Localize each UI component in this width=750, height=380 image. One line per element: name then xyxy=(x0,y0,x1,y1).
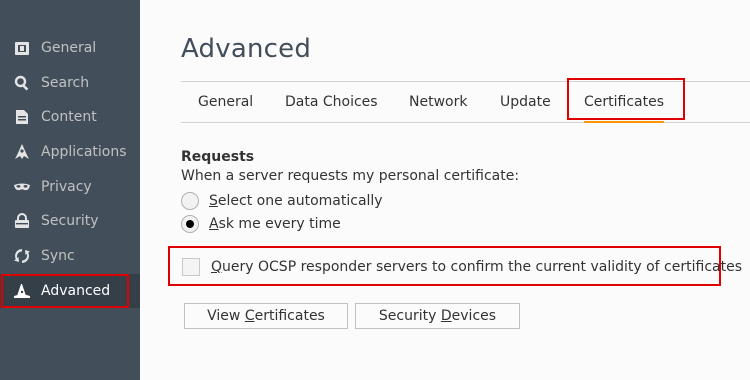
security-devices-button[interactable]: Security Devices xyxy=(355,303,520,329)
button-text: evices xyxy=(451,308,497,324)
sidebar-item-privacy[interactable]: Privacy xyxy=(0,170,140,204)
sidebar-item-sync[interactable]: Sync xyxy=(0,239,140,273)
sidebar-item-advanced[interactable]: Advanced xyxy=(0,274,140,308)
sidebar-item-security[interactable]: Security xyxy=(0,204,140,238)
radio-label-text: elect one automatically xyxy=(217,193,383,209)
search-icon xyxy=(14,75,30,91)
radio-button[interactable] xyxy=(181,192,199,210)
advanced-wizard-hat-icon xyxy=(14,283,30,299)
general-icon xyxy=(14,40,30,56)
sync-icon xyxy=(14,248,30,264)
requests-description: When a server requests my personal certi… xyxy=(181,168,520,184)
view-certificates-button[interactable]: View Certificates xyxy=(184,303,348,329)
sidebar-item-label: Content xyxy=(41,109,97,125)
accesskey-letter: S xyxy=(209,193,218,209)
sidebar-item-applications[interactable]: Applications xyxy=(0,135,140,169)
radio-ask-every-time[interactable]: Ask me every time xyxy=(181,214,341,234)
ocsp-checkbox[interactable] xyxy=(182,258,200,276)
button-text: ertificates xyxy=(254,308,325,324)
sidebar-item-content[interactable]: Content xyxy=(0,100,140,134)
tab-general[interactable]: General xyxy=(198,82,253,122)
sidebar-item-search[interactable]: Search xyxy=(0,66,140,100)
sidebar-item-label: Privacy xyxy=(41,179,92,195)
applications-icon xyxy=(14,144,30,160)
button-text: View xyxy=(207,308,245,324)
sidebar-item-general[interactable]: General xyxy=(0,31,140,65)
ocsp-label-text: uery OCSP responder servers to confirm t… xyxy=(222,259,742,275)
accesskey-letter: A xyxy=(209,216,219,232)
sidebar-item-label: Sync xyxy=(41,248,75,264)
button-text: Security xyxy=(378,308,441,324)
tab-certificates[interactable]: Certificates xyxy=(584,82,664,123)
tab-data-choices[interactable]: Data Choices xyxy=(285,82,378,122)
radio-label-text: sk me every time xyxy=(218,216,341,232)
radio-label: Ask me every time xyxy=(209,216,341,232)
lock-icon xyxy=(14,213,30,229)
tab-bar: General Data Choices Network Update Cert… xyxy=(181,81,750,123)
page-title: Advanced xyxy=(181,34,312,64)
radio-button-checked[interactable] xyxy=(181,215,199,233)
tab-network[interactable]: Network xyxy=(409,82,467,122)
tab-update[interactable]: Update xyxy=(500,82,551,122)
ocsp-checkbox-label[interactable]: Query OCSP responder servers to confirm … xyxy=(211,259,742,275)
requests-heading: Requests xyxy=(181,149,255,165)
sidebar-item-label: Applications xyxy=(41,144,127,160)
main-pane: Advanced General Data Choices Network Up… xyxy=(140,0,750,380)
sidebar-item-label: Advanced xyxy=(41,283,111,299)
accesskey-letter: D xyxy=(440,308,452,324)
privacy-mask-icon xyxy=(14,179,30,195)
accesskey-letter: C xyxy=(244,308,255,324)
sidebar-item-label: General xyxy=(41,40,97,56)
accesskey-letter: Q xyxy=(211,259,223,275)
sidebar-item-label: Security xyxy=(41,213,99,229)
sidebar: General Search Content Applications Priv… xyxy=(0,0,140,380)
radio-label: Select one automatically xyxy=(209,193,383,209)
content-icon xyxy=(14,109,30,125)
sidebar-item-label: Search xyxy=(41,75,90,91)
radio-select-automatically[interactable]: Select one automatically xyxy=(181,191,383,211)
